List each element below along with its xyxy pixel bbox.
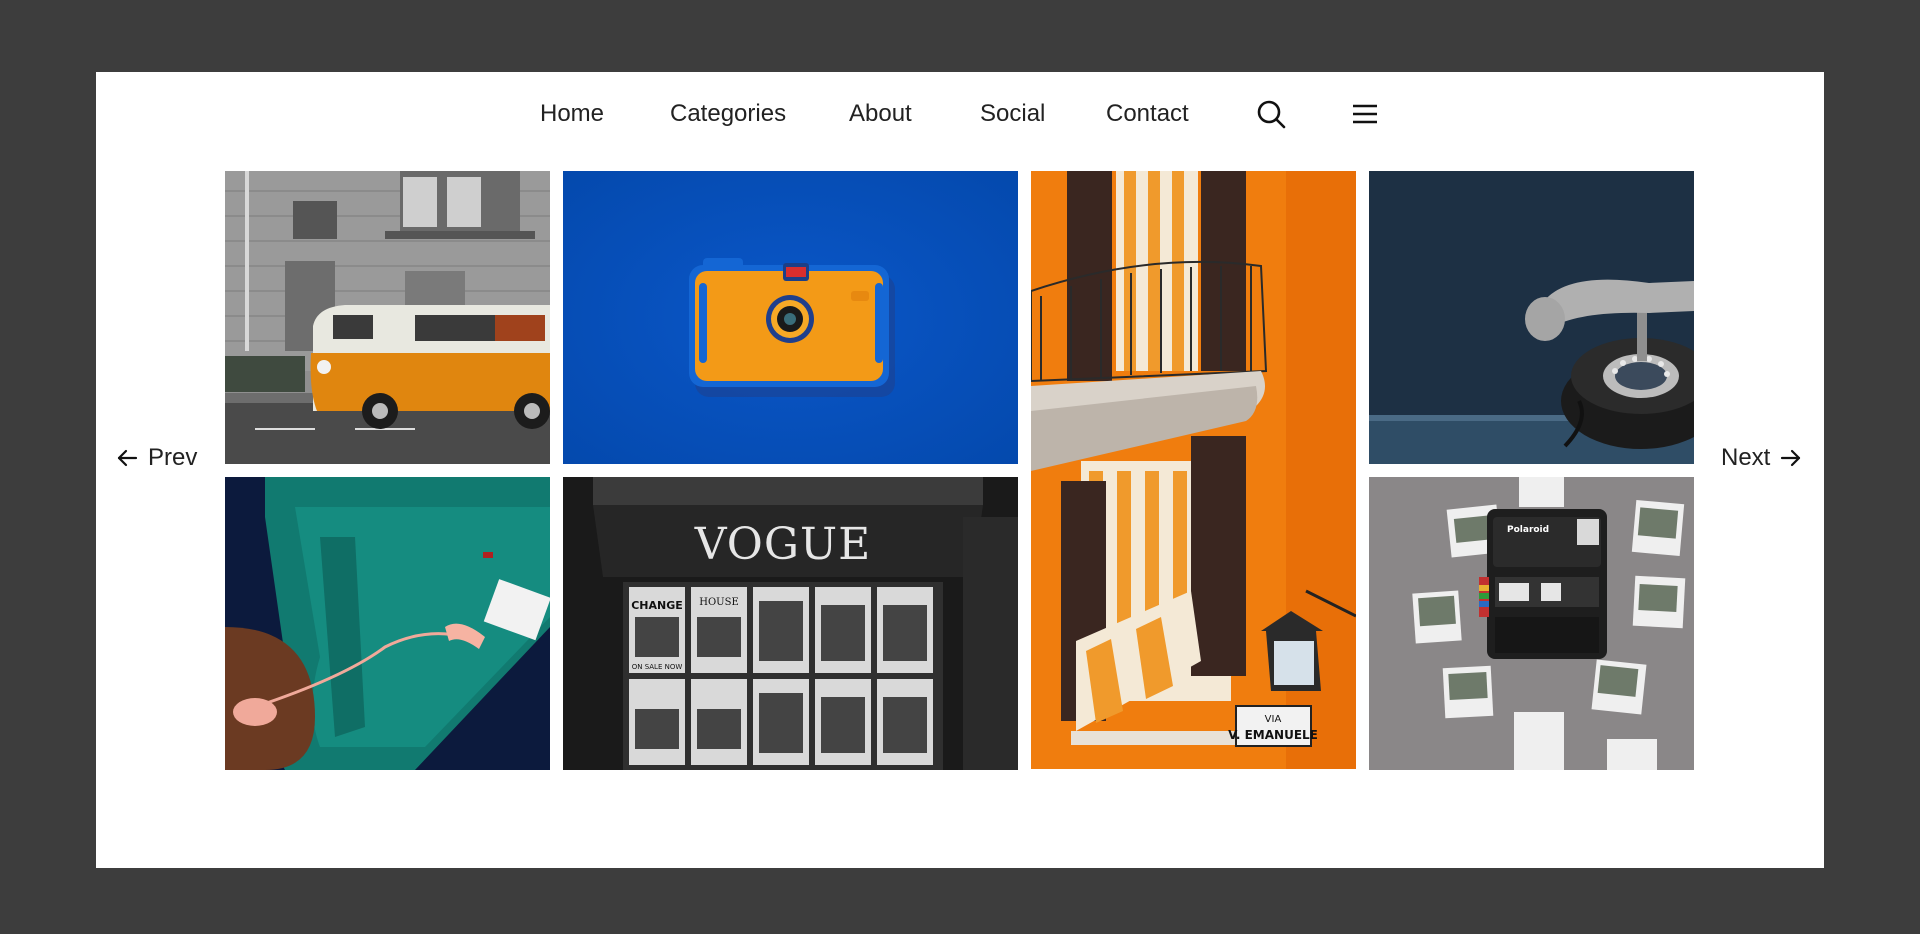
newsstand-headline-1: CHANGE	[631, 599, 683, 612]
arrow-left-icon	[117, 449, 138, 467]
polaroid-brand: Polaroid	[1507, 525, 1549, 535]
top-navigation: Home Categories About Social Contact	[96, 72, 1824, 150]
search-icon[interactable]	[1251, 94, 1291, 134]
gallery-image-newsstand[interactable]: VOGUE CHANGE HOUSE ON SALE NOW	[563, 477, 1018, 770]
nav-home-link[interactable]: Home	[540, 96, 604, 132]
next-button[interactable]: Next	[1721, 442, 1802, 474]
gallery-image-van[interactable]	[225, 171, 550, 464]
hamburger-menu-icon[interactable]	[1345, 94, 1385, 134]
gallery-image-polaroid[interactable]: Polaroid	[1369, 477, 1694, 770]
gallery-card: Home Categories About Social Contact Pre…	[96, 72, 1824, 868]
gallery-image-camera[interactable]	[563, 171, 1018, 464]
prev-label: Prev	[148, 444, 198, 471]
arrow-right-icon	[1781, 449, 1801, 467]
next-label: Next	[1721, 444, 1771, 471]
nav-categories-link[interactable]: Categories	[670, 96, 786, 132]
prev-button[interactable]: Prev	[116, 442, 197, 474]
gallery-image-sofa[interactable]	[225, 477, 550, 770]
nav-about-link[interactable]: About	[849, 96, 912, 132]
nav-contact-link[interactable]: Contact	[1106, 96, 1189, 132]
nav-social-link[interactable]: Social	[980, 96, 1045, 132]
newsstand-headline-2: HOUSE	[699, 597, 739, 608]
gallery-image-building[interactable]: VIA V. EMANUELE	[1031, 171, 1356, 769]
street-sign-line2: V. EMANUELE	[1228, 728, 1318, 742]
vogue-sign: VOGUE	[694, 519, 871, 570]
gallery-image-telephone[interactable]	[1369, 171, 1694, 464]
street-sign-line1: VIA	[1265, 714, 1282, 725]
newsstand-headline-3: ON SALE NOW	[632, 663, 683, 671]
